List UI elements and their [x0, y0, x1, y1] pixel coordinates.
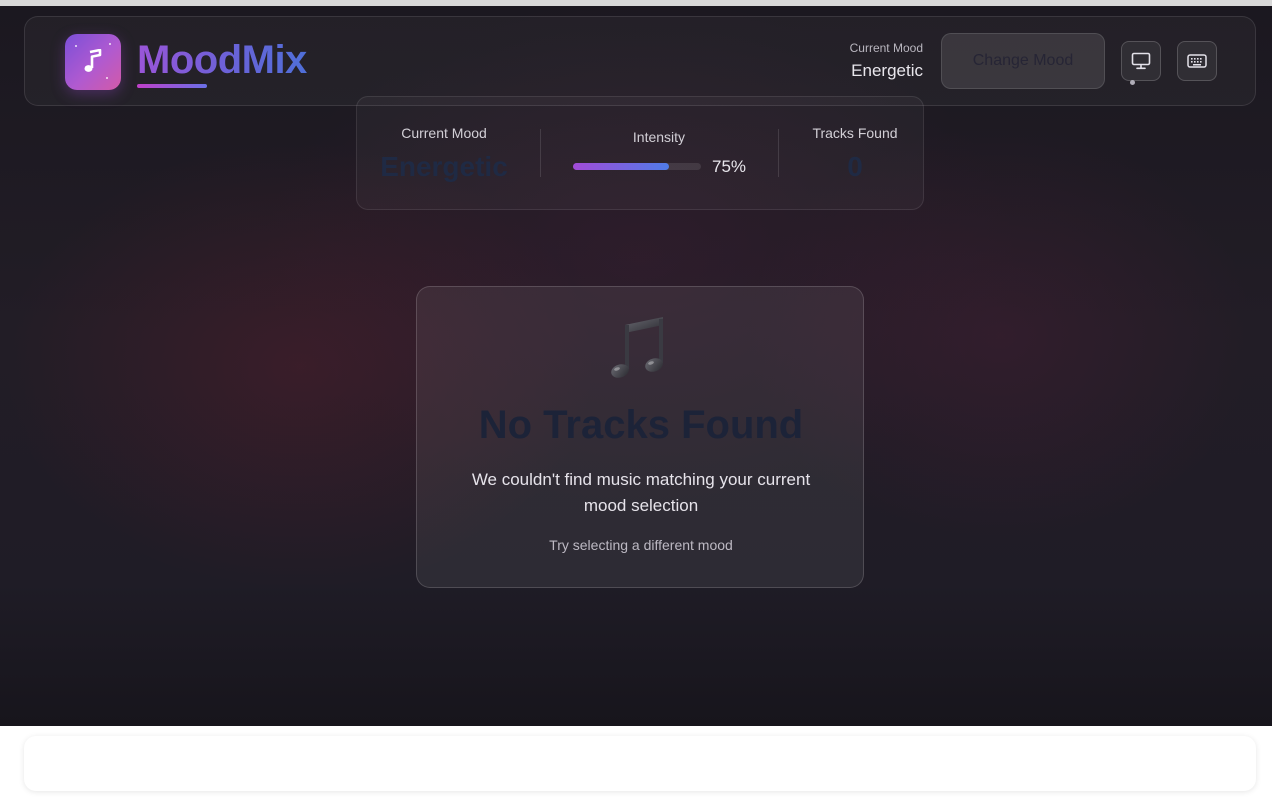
keyboard-icon — [1187, 54, 1207, 68]
sparkle-icon — [75, 45, 77, 47]
empty-state-card: No Tracks Found We couldn't find music m… — [416, 286, 864, 588]
app-header: MoodMix Current Mood Energetic Change Mo… — [24, 16, 1256, 106]
empty-state-message: We couldn't find music matching your cur… — [471, 470, 811, 515]
keyboard-shortcuts-button[interactable] — [1177, 41, 1217, 81]
sparkle-icon — [109, 43, 111, 45]
display-mode-button[interactable] — [1121, 41, 1161, 81]
intensity-bar — [573, 163, 701, 170]
stat-intensity-label: Intensity — [632, 129, 686, 145]
stat-divider — [540, 129, 541, 177]
current-mood-value: Energetic — [851, 61, 923, 80]
current-mood-label: Current Mood — [849, 41, 923, 55]
stat-mood-value: Energetic — [380, 151, 508, 182]
app-logo[interactable] — [65, 34, 121, 90]
empty-state-hint: Try selecting a different mood — [549, 537, 733, 553]
brand-underline — [137, 84, 207, 88]
stat-mood-label: Current Mood — [401, 125, 487, 141]
change-mood-button[interactable]: Change Mood — [941, 33, 1105, 89]
mood-stats-panel: Current Mood Energetic Intensity 75% Tra… — [356, 96, 924, 210]
bottom-bar — [24, 736, 1256, 791]
intensity-percent: 75% — [712, 157, 747, 176]
stat-tracks-value: 0 — [847, 151, 863, 182]
app-background: MoodMix Current Mood Energetic Change Mo… — [0, 6, 1272, 726]
sparkle-icon — [106, 77, 108, 79]
empty-state-title: No Tracks Found — [478, 403, 804, 447]
active-indicator-dot — [1130, 80, 1135, 85]
stat-divider — [778, 129, 779, 177]
monitor-icon — [1131, 52, 1151, 70]
music-notes-icon — [611, 317, 663, 378]
intensity-bar-fill — [573, 163, 669, 170]
app-name: MoodMix — [137, 38, 307, 82]
stat-tracks-label: Tracks Found — [812, 125, 898, 141]
music-note-icon — [84, 49, 102, 72]
